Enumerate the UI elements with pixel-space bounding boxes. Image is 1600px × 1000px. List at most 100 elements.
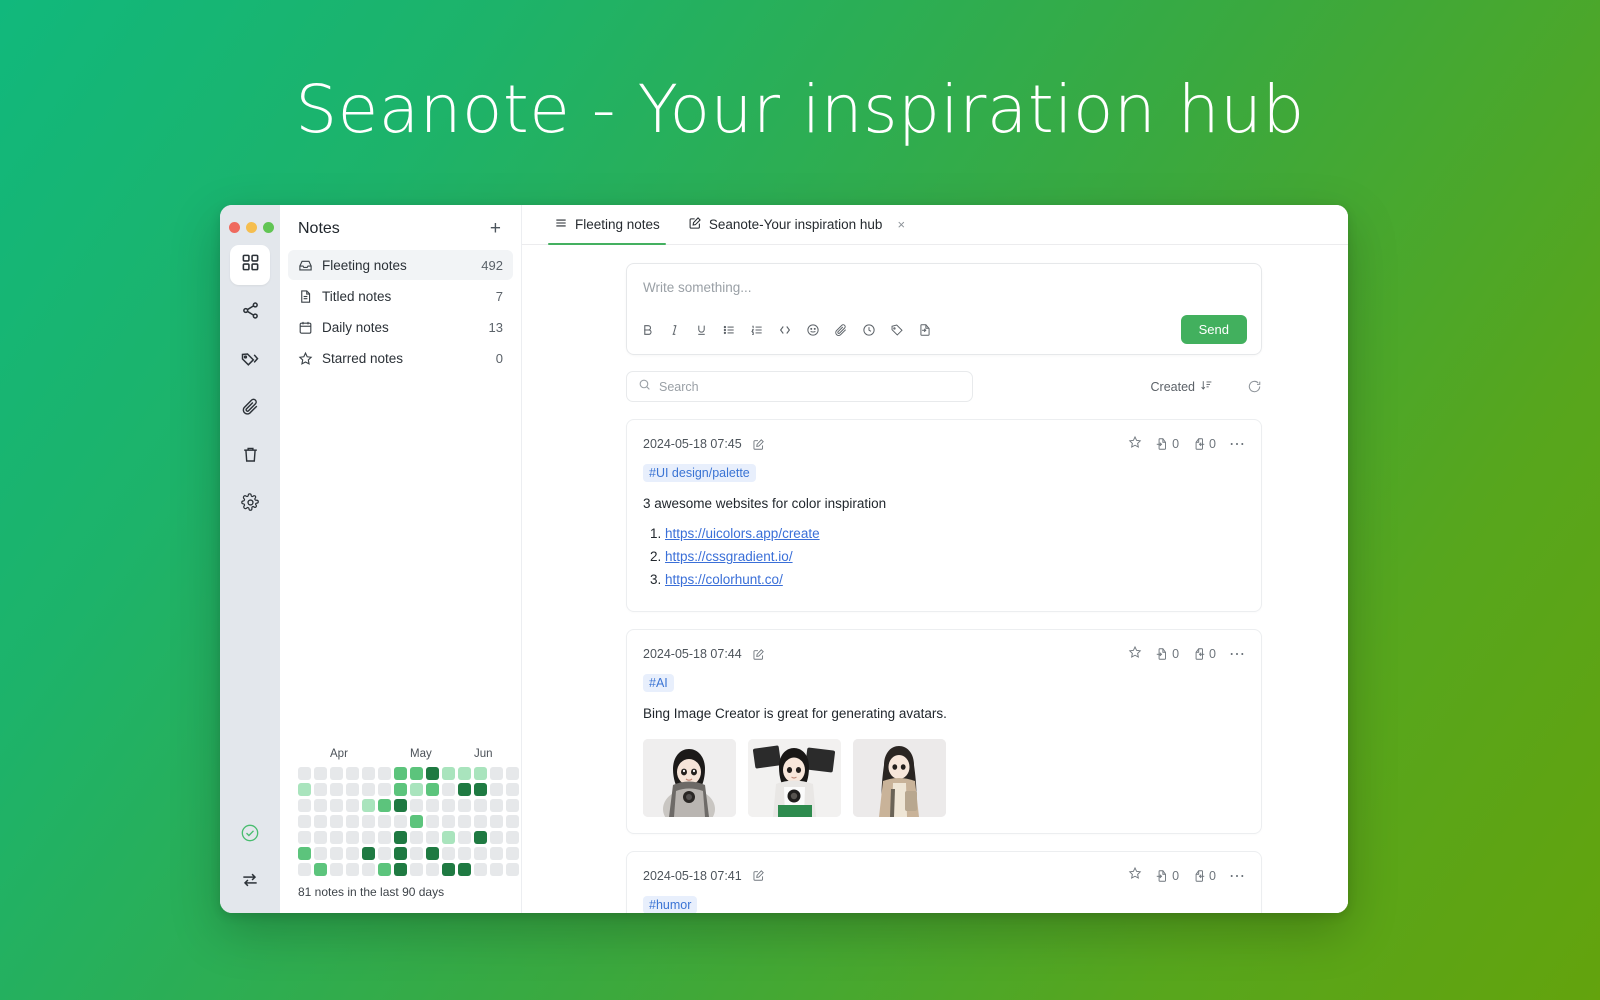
heatmap-cell[interactable] bbox=[506, 799, 519, 812]
rail-item-tags[interactable] bbox=[230, 341, 270, 381]
insert-file-icon[interactable] bbox=[918, 323, 932, 337]
rail-item-graph[interactable] bbox=[230, 293, 270, 333]
note-tag[interactable]: #UI design/palette bbox=[643, 464, 756, 482]
heatmap-cell[interactable] bbox=[426, 831, 439, 844]
heatmap-cell[interactable] bbox=[506, 863, 519, 876]
backlink-out-count[interactable]: 0 bbox=[1192, 437, 1216, 451]
heatmap-cell[interactable] bbox=[378, 863, 391, 876]
heatmap-cell[interactable] bbox=[394, 815, 407, 828]
heatmap-cell[interactable] bbox=[330, 815, 343, 828]
heatmap-cell[interactable] bbox=[410, 831, 423, 844]
edit-icon[interactable] bbox=[752, 648, 765, 661]
heatmap-cell[interactable] bbox=[410, 847, 423, 860]
italic-icon[interactable] bbox=[668, 323, 681, 337]
heatmap-cell[interactable] bbox=[346, 799, 359, 812]
heatmap-cell[interactable] bbox=[474, 863, 487, 876]
heatmap-cell[interactable] bbox=[362, 863, 375, 876]
heatmap-cell[interactable] bbox=[298, 815, 311, 828]
avatar-thumb-2[interactable] bbox=[748, 738, 841, 817]
heatmap-cell[interactable] bbox=[426, 783, 439, 796]
heatmap-cell[interactable] bbox=[506, 767, 519, 780]
heatmap-cell[interactable] bbox=[362, 783, 375, 796]
heatmap-cell[interactable] bbox=[458, 767, 471, 780]
star-icon[interactable] bbox=[1128, 866, 1142, 885]
heatmap-cell[interactable] bbox=[346, 815, 359, 828]
editor-placeholder[interactable]: Write something... bbox=[641, 278, 1247, 315]
heatmap-cell[interactable] bbox=[410, 863, 423, 876]
heatmap-cell[interactable] bbox=[330, 863, 343, 876]
heatmap-cell[interactable] bbox=[298, 799, 311, 812]
backlink-out-count[interactable]: 0 bbox=[1192, 647, 1216, 661]
sidebar-item-fleeting-notes[interactable]: Fleeting notes 492 bbox=[288, 250, 513, 280]
close-icon[interactable]: × bbox=[897, 217, 905, 232]
heatmap-cell[interactable] bbox=[314, 767, 327, 780]
heatmap-cell[interactable] bbox=[314, 847, 327, 860]
heatmap-cell[interactable] bbox=[298, 831, 311, 844]
backlink-in-count[interactable]: 0 bbox=[1155, 647, 1179, 661]
note-card[interactable]: 2024-05-18 07:41 0 0 ⋯ #humor bbox=[626, 850, 1262, 913]
rail-item-dashboard[interactable] bbox=[230, 245, 270, 285]
sidebar-item-daily-notes[interactable]: Daily notes 13 bbox=[288, 312, 513, 342]
heatmap-cell[interactable] bbox=[394, 783, 407, 796]
sidebar-item-starred-notes[interactable]: Starred notes 0 bbox=[288, 343, 513, 373]
heatmap-cell[interactable] bbox=[490, 815, 503, 828]
window-zoom-button[interactable] bbox=[263, 222, 274, 233]
heatmap-cell[interactable] bbox=[330, 831, 343, 844]
heatmap-cell[interactable] bbox=[362, 847, 375, 860]
heatmap-cell[interactable] bbox=[378, 831, 391, 844]
note-tag[interactable]: #AI bbox=[643, 674, 674, 693]
heatmap-cell[interactable] bbox=[362, 767, 375, 780]
heatmap-cell[interactable] bbox=[362, 831, 375, 844]
heatmap-cell[interactable] bbox=[346, 831, 359, 844]
rail-item-settings[interactable] bbox=[230, 485, 270, 525]
note-tag[interactable]: #humor bbox=[643, 895, 698, 913]
heatmap-cell[interactable] bbox=[506, 847, 519, 860]
refresh-button[interactable] bbox=[1247, 379, 1262, 394]
heatmap-cell[interactable] bbox=[314, 863, 327, 876]
heatmap-cell[interactable] bbox=[474, 815, 487, 828]
heatmap-cell[interactable] bbox=[426, 767, 439, 780]
more-menu-button[interactable]: ⋯ bbox=[1229, 644, 1245, 664]
heatmap-cell[interactable] bbox=[474, 767, 487, 780]
heatmap-cell[interactable] bbox=[346, 863, 359, 876]
bold-icon[interactable] bbox=[641, 323, 654, 337]
heatmap-cell[interactable] bbox=[490, 783, 503, 796]
heatmap-cell[interactable] bbox=[330, 783, 343, 796]
heatmap-cell[interactable] bbox=[378, 783, 391, 796]
heatmap-cell[interactable] bbox=[314, 815, 327, 828]
heatmap-cell[interactable] bbox=[378, 847, 391, 860]
note-link[interactable]: https://cssgradient.io/ bbox=[665, 549, 793, 564]
heatmap-cell[interactable] bbox=[298, 847, 311, 860]
heatmap-cell[interactable] bbox=[330, 847, 343, 860]
edit-icon[interactable] bbox=[752, 869, 765, 882]
bullet-list-icon[interactable] bbox=[722, 323, 736, 337]
tab-seanote-inspiration-hub[interactable]: Seanote-Your inspiration hub × bbox=[674, 205, 919, 244]
underline-icon[interactable] bbox=[695, 323, 708, 337]
heatmap-cell[interactable] bbox=[442, 799, 455, 812]
note-card[interactable]: 2024-05-18 07:45 0 0 ⋯ #UI design/palett… bbox=[626, 419, 1262, 613]
heatmap-cell[interactable] bbox=[394, 767, 407, 780]
heatmap-cell[interactable] bbox=[362, 799, 375, 812]
heatmap-cell[interactable] bbox=[314, 831, 327, 844]
window-minimize-button[interactable] bbox=[246, 222, 257, 233]
note-editor[interactable]: Write something... Send bbox=[626, 263, 1262, 355]
clock-icon[interactable] bbox=[862, 323, 876, 337]
avatar-thumb-3[interactable] bbox=[853, 738, 946, 817]
backlink-in-count[interactable]: 0 bbox=[1155, 869, 1179, 883]
note-link[interactable]: https://colorhunt.co/ bbox=[665, 572, 783, 587]
heatmap-cell[interactable] bbox=[458, 815, 471, 828]
heatmap-cell[interactable] bbox=[394, 831, 407, 844]
code-icon[interactable] bbox=[778, 323, 792, 337]
heatmap-cell[interactable] bbox=[346, 783, 359, 796]
more-menu-button[interactable]: ⋯ bbox=[1229, 866, 1245, 886]
heatmap-cell[interactable] bbox=[490, 831, 503, 844]
heatmap-cell[interactable] bbox=[362, 815, 375, 828]
emoji-icon[interactable] bbox=[806, 323, 820, 337]
heatmap-cell[interactable] bbox=[298, 783, 311, 796]
note-card[interactable]: 2024-05-18 07:44 0 0 ⋯ #AI Bing Image Cr… bbox=[626, 629, 1262, 834]
heatmap-cell[interactable] bbox=[490, 863, 503, 876]
heatmap-cell[interactable] bbox=[474, 831, 487, 844]
heatmap-cell[interactable] bbox=[490, 847, 503, 860]
heatmap-cell[interactable] bbox=[474, 847, 487, 860]
heatmap-cell[interactable] bbox=[330, 799, 343, 812]
